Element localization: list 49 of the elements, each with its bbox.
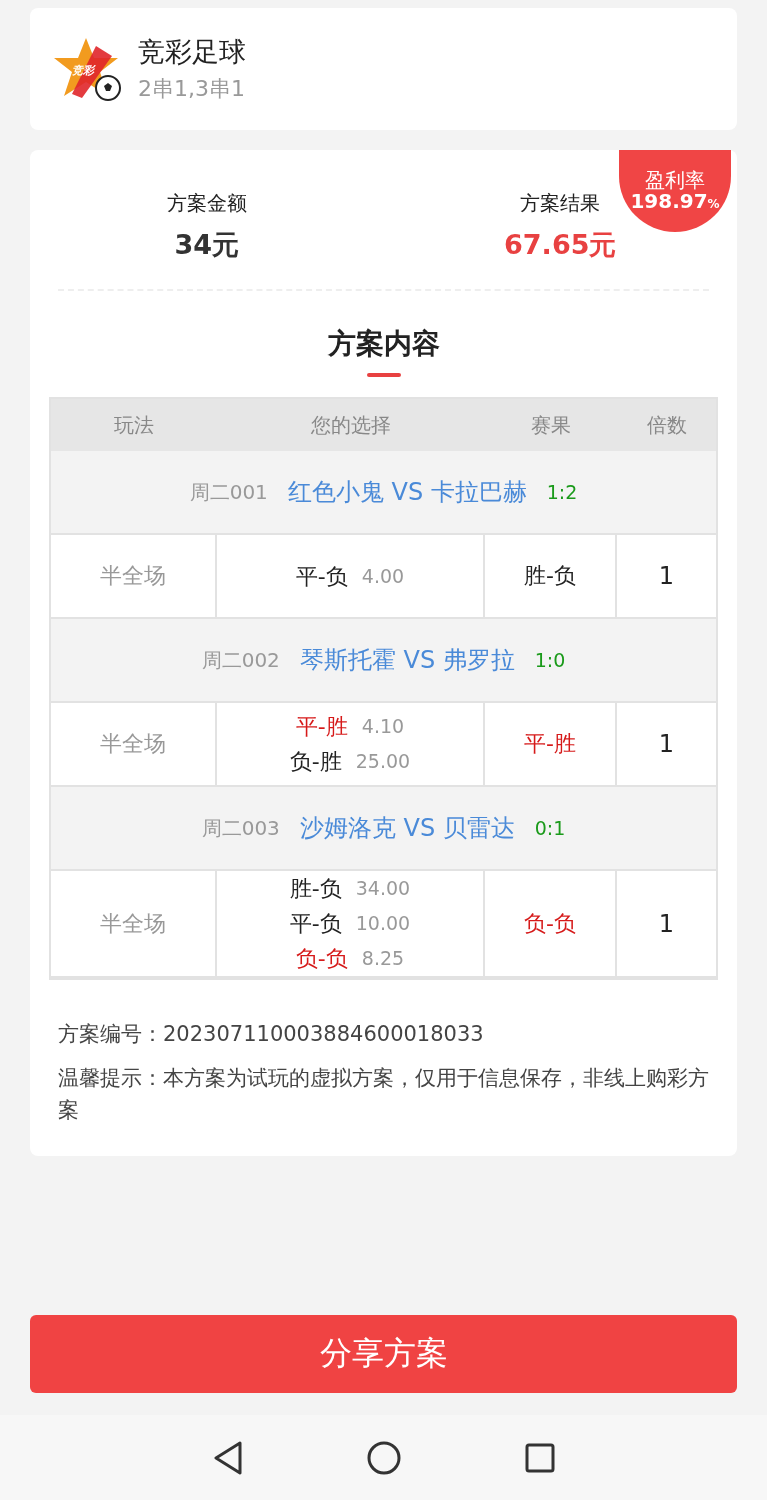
pick-odds: 10.00 (355, 911, 411, 936)
pick-option: 胜-负 (289, 871, 342, 906)
column-header: 玩法 (51, 399, 217, 451)
bet-type: 2串1,3串1 (138, 75, 246, 103)
notice-text: 温馨提示：本方案为试玩的虚拟方案，仅用于信息保存，非线上购彩方案 (58, 1065, 709, 1124)
pick-odds: 34.00 (355, 876, 411, 901)
match-code: 周二001 (189, 478, 268, 506)
summary-label: 方案金额 (166, 190, 247, 217)
match-score: 1:2 (546, 481, 578, 503)
summary-label: 方案结果 (520, 190, 601, 217)
home-icon[interactable] (367, 1440, 402, 1475)
match-teams: 沙姆洛克 VS 贝雷达 (299, 813, 515, 844)
share-button[interactable]: 分享方案 (30, 1315, 737, 1393)
match-result: 负-负 (524, 909, 576, 938)
match-code: 周二002 (201, 646, 280, 674)
match-teams: 琴斯托霍 VS 弗罗拉 (299, 645, 515, 676)
pick-option: 平-负 (295, 558, 348, 594)
play-type: 半全场 (100, 562, 166, 590)
pick-option: 平-负 (289, 906, 342, 941)
match-result: 平-胜 (524, 730, 576, 758)
multiple: 1 (658, 730, 675, 758)
match-code: 周二003 (201, 814, 280, 842)
badge-label: 盈利率 (645, 170, 705, 191)
column-header: 赛果 (485, 399, 617, 451)
profit-rate: 198.97% (630, 191, 720, 212)
section-title: 方案内容 (326, 326, 441, 362)
recents-icon[interactable] (525, 1442, 556, 1473)
match-score: 1:0 (534, 649, 566, 671)
pick-odds: 4.10 (361, 714, 405, 739)
match-teams: 红色小鬼 VS 卡拉巴赫 (287, 477, 527, 508)
pick-odds: 8.25 (361, 946, 405, 971)
column-header: 倍数 (617, 399, 716, 451)
match-score: 0:1 (534, 817, 566, 839)
match-result: 胜-负 (524, 562, 576, 590)
multiple: 1 (658, 562, 675, 590)
summary-value: 34元 (174, 228, 240, 262)
pick-option: 负-负 (295, 941, 348, 976)
plan-number: 方案编号：202307110003884600018033 (58, 1021, 485, 1048)
multiple: 1 (658, 909, 675, 938)
pick-option: 平-胜 (295, 709, 348, 744)
play-type: 半全场 (100, 909, 166, 938)
play-type: 半全场 (100, 730, 166, 758)
pick-odds: 25.00 (355, 749, 411, 774)
pick-odds: 4.00 (361, 563, 405, 589)
app-title: 竞彩足球 (138, 35, 246, 69)
title-underline (366, 373, 401, 377)
column-header: 您的选择 (217, 399, 485, 451)
summary-value: 67.65元 (504, 228, 617, 262)
pick-option: 负-胜 (289, 744, 342, 779)
